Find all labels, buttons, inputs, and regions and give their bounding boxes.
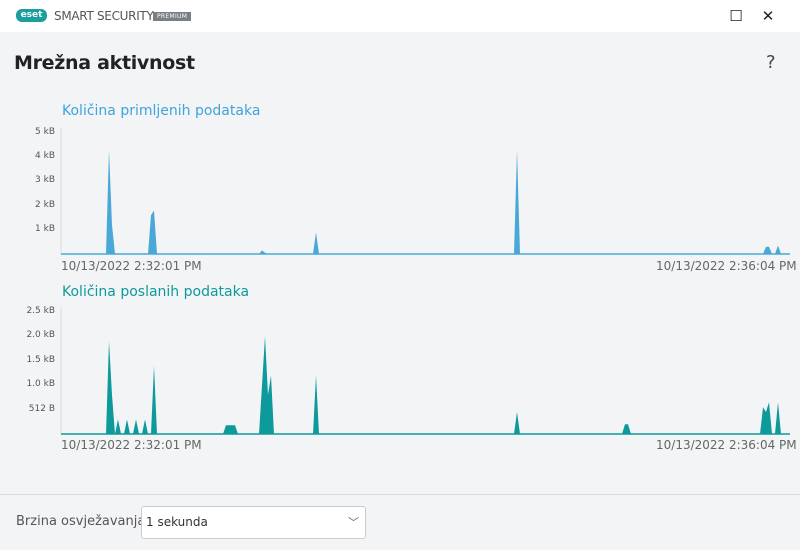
sent-area — [61, 336, 790, 434]
network-charts — [60, 128, 790, 435]
refresh-rate-select[interactable]: 1 sekunda ﹀ — [141, 506, 366, 539]
divider — [0, 494, 800, 495]
refresh-rate-value: 1 sekunda — [146, 515, 208, 529]
received-area — [61, 149, 790, 254]
refresh-rate-label: Brzina osvježavanja — [16, 514, 146, 529]
chevron-down-icon: ﹀ — [348, 516, 359, 529]
